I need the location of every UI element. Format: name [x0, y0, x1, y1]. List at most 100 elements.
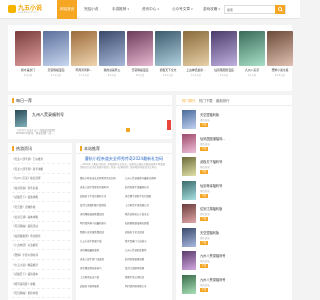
book-cover[interactable]	[211, 31, 237, 66]
download-button[interactable]: 下载	[200, 240, 208, 245]
book-card[interactable]: 仙凤凰图谱漫画 3.2万次	[211, 31, 237, 79]
recommend-link[interactable]: 明月清风醉小说最新章节	[80, 220, 124, 227]
news-item[interactable]: 《天龙八部手游》新手攻略	[12, 165, 70, 174]
recommend-link[interactable]: 武极天下版本更新	[80, 283, 124, 290]
nav-item[interactable]: 游戏攻略▼	[203, 0, 220, 19]
recommend-link[interactable]: 上古神话手游攻略汇总	[125, 202, 169, 209]
book-cover[interactable]	[267, 31, 293, 66]
download-button[interactable]: 下载	[200, 170, 208, 174]
download-button[interactable]: 下载	[200, 217, 208, 221]
hot-item[interactable]: 仙凤凰图谱福利... 角色扮演 下载	[182, 133, 286, 156]
news-item[interactable]: 《武极天下》最新版本	[12, 270, 70, 280]
book-title[interactable]: 仙凤凰图谱漫画	[209, 68, 239, 72]
hot-item[interactable]: 天空盟福利版 角色扮演 下载	[182, 227, 286, 250]
hot-tab[interactable]: 最新排行	[216, 98, 230, 103]
hot-item-cover[interactable]	[182, 180, 196, 200]
news-item[interactable]: 《天空盟》宠物养成	[12, 203, 70, 212]
recommend-link[interactable]: 上古神话玩法介绍	[80, 274, 124, 281]
recommend-link[interactable]: 仙凤凰图谱漫画在线看	[125, 220, 169, 227]
book-card[interactable]: 我才是豪门 2.4万次	[15, 31, 41, 79]
search-input[interactable]	[235, 6, 275, 13]
book-title[interactable]: 武极天下全文	[153, 68, 183, 72]
book-title[interactable]: 上古神话最新...	[181, 68, 211, 72]
download-button[interactable]: 下载	[200, 264, 208, 268]
news-item[interactable]: 《九州八荒录》职业选择	[12, 174, 70, 184]
book-cover[interactable]	[239, 31, 265, 66]
book-cover[interactable]	[155, 31, 181, 66]
book-title[interactable]: 天官赐福漫画	[41, 68, 71, 72]
nav-item[interactable]: 完结小说	[84, 0, 98, 19]
book-cover[interactable]	[15, 31, 41, 66]
hot-item-cover[interactable]	[182, 110, 196, 129]
news-item[interactable]: 《赘婿》手游公测时间	[12, 251, 70, 260]
news-item[interactable]: 《上古神话》玩法解析	[12, 241, 70, 251]
recommend-link[interactable]: 天官赐福最新更新	[80, 247, 124, 254]
recommend-link[interactable]: 九州八荒录福利号最新兑换码	[125, 175, 169, 182]
recommend-link[interactable]: 我的总裁老公小说全文	[125, 211, 169, 218]
news-item[interactable]: 《天官赐福》最新活动	[12, 222, 70, 232]
recommend-link[interactable]: 武极天下全文阅读	[125, 229, 169, 236]
hot-item-cover[interactable]	[182, 251, 196, 270]
recommend-link[interactable]: 明月清风醉攻略大全	[125, 283, 169, 290]
hot-item-name[interactable]: 仙剑奇缘福利号	[200, 183, 222, 188]
hot-tab[interactable]: 热门排行	[182, 98, 196, 103]
recommend-link[interactable]: 天龙八部手游新区开服时间	[80, 184, 124, 191]
book-title[interactable]: 天官赐福漫画	[125, 68, 155, 72]
search-select[interactable]: 搜索	[227, 7, 233, 13]
book-card[interactable]: 上古神话最新... 13.1万次	[183, 31, 209, 79]
hot-item[interactable]: 天空盟福利版 角色扮演 下载	[182, 110, 286, 132]
recommend-link[interactable]: 仙剑奇缘装备攻略	[125, 256, 169, 263]
news-item[interactable]: 《天官赐福》更新内容	[12, 289, 70, 299]
recommend-link[interactable]: 仙剑奇缘手游最新礼包	[125, 184, 169, 191]
download-button[interactable]: 下载	[200, 287, 208, 292]
daily-book-cover[interactable]	[15, 110, 27, 127]
hot-item-cover[interactable]	[182, 157, 196, 176]
download-button[interactable]: 下载	[200, 193, 208, 198]
hot-item[interactable]: 仗剑江湖福利版 角色扮演 下载	[182, 204, 286, 226]
hot-tab[interactable]: 热门下载	[199, 98, 213, 103]
recommend-link[interactable]: 天空盟宠物培养技巧	[80, 265, 124, 272]
book-cover[interactable]	[127, 31, 153, 66]
recommend-link[interactable]: 赘婿手游公测信息	[125, 274, 169, 281]
nav-item[interactable]: 公众号文章▼	[172, 0, 193, 19]
hot-item[interactable]: 仙剑奇缘福利号 角色扮演 下载	[182, 180, 286, 203]
recommend-link[interactable]: 九州八荒录职业推荐	[125, 247, 169, 254]
hot-item-cover[interactable]	[182, 133, 196, 153]
recommend-headline[interactable]: 曹杭小程亲道夫全师秀传奇2024最新礼包码	[80, 156, 168, 162]
book-cover[interactable]	[183, 31, 209, 66]
news-item[interactable]: 《明月清风醉》攻略	[12, 280, 70, 289]
search-button[interactable]	[275, 5, 285, 14]
recommend-link[interactable]: 我才是豪门小说章节	[125, 238, 169, 245]
hot-item-name[interactable]: 武极天下福利号	[200, 159, 222, 164]
recommend-link[interactable]: 天官赐福漫画免费阅读	[80, 211, 124, 218]
book-cover[interactable]	[99, 31, 125, 66]
hot-item-name[interactable]: 九州八荒录福利号	[200, 253, 226, 258]
news-item[interactable]: 《武极天下》装备攻略	[12, 193, 70, 203]
book-card[interactable]: 九州八荒录 2.1万次	[239, 31, 265, 79]
news-item[interactable]: 《仙凤凰图谱》角色推荐	[12, 232, 70, 241]
hot-item-name[interactable]: 仗剑江湖福利版	[200, 206, 222, 211]
recommend-link[interactable]: 天龙八部手游门派选择	[80, 256, 124, 263]
book-card[interactable]: 武极天下全文 13.1万次	[155, 31, 181, 79]
hot-item-cover[interactable]	[182, 274, 196, 294]
hot-item[interactable]: 九州八荒录福利号 角色扮演 下载	[182, 251, 286, 273]
book-card[interactable]: 天官赐福漫画 9.2万次	[127, 31, 153, 79]
download-button[interactable]: 下载	[200, 123, 208, 127]
recommend-link[interactable]: 仗剑江湖福利版下载地址	[80, 202, 124, 209]
nav-item[interactable]: 网站首页	[57, 0, 78, 19]
book-title[interactable]: 赘婿小说全集	[265, 68, 295, 72]
recommend-link[interactable]: 武极天下手游兑换码大全	[80, 193, 124, 200]
news-item[interactable]: 《仙剑奇缘》新手必看	[12, 184, 70, 193]
book-card[interactable]: 天官赐福漫画 17.1万次	[43, 31, 69, 79]
hot-item[interactable]: 武极天下福利号 角色扮演 下载	[182, 157, 286, 179]
hot-item-name[interactable]: 天空盟福利版	[200, 230, 219, 235]
recommend-link[interactable]: 赘婿小说全集免费阅读	[80, 229, 124, 236]
hot-item-cover[interactable]	[182, 204, 196, 223]
book-title[interactable]: 我的总裁老公	[97, 68, 127, 72]
book-cover[interactable]	[71, 31, 97, 66]
hot-item-name[interactable]: 天空盟福利版	[200, 112, 219, 117]
book-title[interactable]: 我才是豪门	[13, 68, 43, 72]
book-card[interactable]: 我的总裁老公 8.5万次	[99, 31, 125, 79]
nav-item[interactable]: 资讯中心▼	[142, 0, 159, 19]
recommend-link[interactable]: 仗剑江湖副本攻略	[125, 265, 169, 272]
